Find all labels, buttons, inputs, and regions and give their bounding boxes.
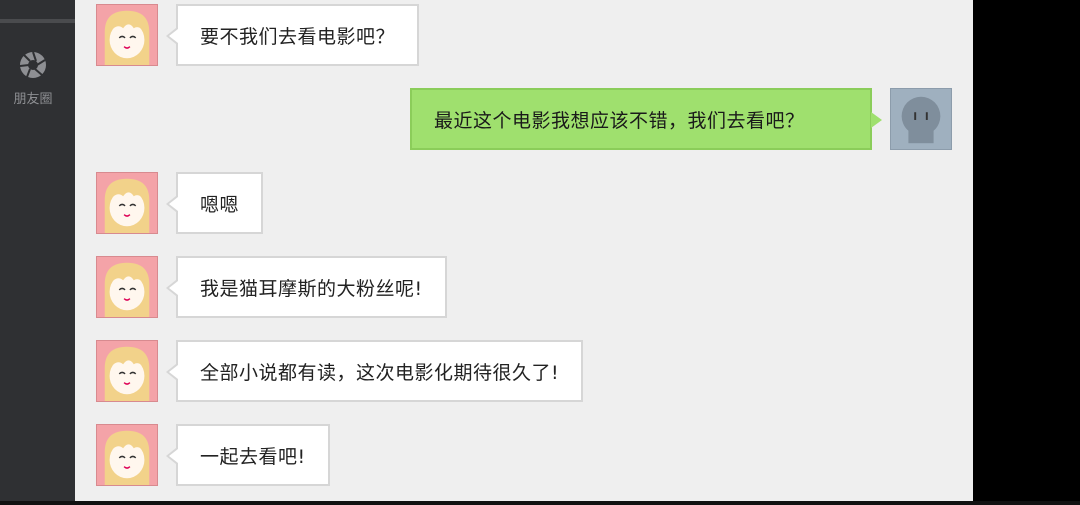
message-bubble-sent[interactable]: 最近这个电影我想应该不错，我们去看吧？ xyxy=(410,88,882,150)
user-avatar[interactable] xyxy=(890,88,952,150)
message-bubble-received[interactable]: 要不我们去看电影吧？ xyxy=(165,4,420,66)
message-bubble-received[interactable]: 我是猫耳摩斯的大粉丝呢! xyxy=(166,256,447,318)
camera-aperture-icon xyxy=(18,50,48,84)
moments-label: 朋友圈 xyxy=(13,92,53,107)
contact-avatar[interactable] xyxy=(96,340,158,402)
sidebar: 朋友圈 xyxy=(0,0,75,505)
bottom-edge xyxy=(0,501,1080,505)
message-bubble-received[interactable]: 嗯嗯 xyxy=(165,172,264,234)
message-text: 一起去看吧! xyxy=(200,445,306,468)
contact-avatar[interactable] xyxy=(96,172,158,234)
right-edge xyxy=(973,0,1080,505)
message-text: 嗯嗯 xyxy=(200,193,240,216)
message-text: 要不我们去看电影吧？ xyxy=(200,25,396,48)
contact-avatar[interactable] xyxy=(96,4,158,66)
message-bubble-received[interactable]: 一起去看吧! xyxy=(166,424,330,486)
contact-avatar[interactable] xyxy=(96,256,158,318)
sidebar-divider xyxy=(0,19,75,23)
contact-avatar[interactable] xyxy=(96,424,158,486)
moments-button[interactable]: 朋友圈 xyxy=(0,50,66,112)
message-text: 我是猫耳摩斯的大粉丝呢! xyxy=(200,277,423,300)
message-bubble-received[interactable]: 全部小说都有读，这次电影化期待很久了! xyxy=(165,340,584,402)
message-text: 全部小说都有读，这次电影化期待很久了! xyxy=(200,361,560,384)
message-text: 最近这个电影我想应该不错，我们去看吧？ xyxy=(434,109,805,132)
